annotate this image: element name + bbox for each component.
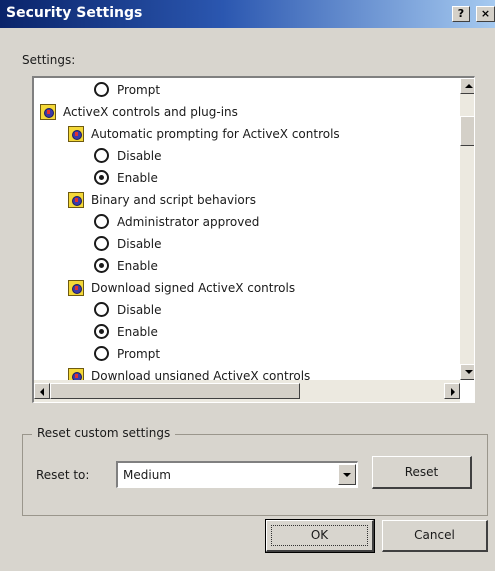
ok-button[interactable]: OK xyxy=(265,519,375,553)
radio-option[interactable]: Enable xyxy=(94,166,158,188)
settings-label-text: Download unsigned ActiveX controls xyxy=(91,368,311,381)
settings-label-text: Administrator approved xyxy=(117,214,260,229)
dropdown-button[interactable] xyxy=(338,464,356,485)
radio-checked-icon[interactable] xyxy=(94,324,109,339)
radio-option[interactable]: Administrator approved xyxy=(94,210,259,232)
settings-tree: Prompt ActiveX controls and plug-ins Autom… xyxy=(34,78,460,380)
settings-label-text: Prompt xyxy=(117,346,161,361)
reset-to-label: Reset to: xyxy=(36,468,90,482)
radio-unchecked-icon[interactable] xyxy=(94,346,109,361)
reset-group-title: Reset custom settings xyxy=(32,426,176,440)
settings-item: Download unsigned ActiveX controls xyxy=(68,364,310,380)
security-settings-dialog: Security Settings ? × Settings: Prompt Ac… xyxy=(0,0,495,571)
radio-unchecked-icon[interactable] xyxy=(94,148,109,163)
scroll-left-button[interactable] xyxy=(34,383,50,399)
settings-list[interactable]: Prompt ActiveX controls and plug-ins Autom… xyxy=(32,76,475,403)
radio-option[interactable]: Disable xyxy=(94,144,162,166)
title-bar[interactable]: Security Settings ? × xyxy=(0,0,495,28)
settings-label-text: Disable xyxy=(117,236,162,251)
settings-label-text: Automatic prompting for ActiveX controls xyxy=(91,126,340,141)
radio-checked-icon[interactable] xyxy=(94,170,109,185)
reset-level-value: Medium xyxy=(123,468,171,482)
radio-checked-icon[interactable] xyxy=(94,258,109,273)
settings-label-text: Disable xyxy=(117,302,162,317)
radio-option[interactable]: Disable xyxy=(94,232,162,254)
settings-item: Binary and script behaviors xyxy=(68,188,256,210)
settings-category: ActiveX controls and plug-ins xyxy=(40,100,238,122)
left-arrow-icon xyxy=(40,388,44,396)
settings-label-text: Prompt xyxy=(117,82,161,97)
down-arrow-icon xyxy=(465,370,473,374)
settings-item: Download signed ActiveX controls xyxy=(68,276,295,298)
up-arrow-icon xyxy=(465,84,473,88)
settings-label-text: Enable xyxy=(117,258,158,273)
radio-option[interactable]: Disable xyxy=(94,298,162,320)
radio-option[interactable]: Enable xyxy=(94,320,158,342)
settings-item: Automatic prompting for ActiveX controls xyxy=(68,122,340,144)
vertical-scrollbar[interactable] xyxy=(460,78,474,380)
scroll-down-button[interactable] xyxy=(460,364,474,380)
radio-unchecked-icon[interactable] xyxy=(94,82,109,97)
cancel-button[interactable]: Cancel xyxy=(382,520,488,552)
settings-label-text: Enable xyxy=(117,324,158,339)
vertical-scroll-thumb[interactable] xyxy=(460,116,474,146)
focus-rect xyxy=(271,525,368,546)
horizontal-scroll-thumb[interactable] xyxy=(50,383,300,399)
settings-label-text: ActiveX controls and plug-ins xyxy=(63,104,238,119)
security-setting-icon xyxy=(68,367,84,380)
settings-label: Settings: xyxy=(22,53,76,67)
settings-label-text: Download signed ActiveX controls xyxy=(91,280,296,295)
security-setting-icon xyxy=(68,191,84,208)
security-setting-icon xyxy=(40,103,56,120)
reset-button[interactable]: Reset xyxy=(372,456,472,489)
scroll-right-button[interactable] xyxy=(444,383,460,399)
chevron-down-icon xyxy=(343,473,351,477)
radio-option[interactable]: Prompt xyxy=(94,342,160,364)
radio-option[interactable]: Enable xyxy=(94,254,158,276)
settings-label-text: Enable xyxy=(117,170,158,185)
radio-unchecked-icon[interactable] xyxy=(94,214,109,229)
settings-label-text: Binary and script behaviors xyxy=(91,192,256,207)
horizontal-scrollbar[interactable] xyxy=(34,380,460,402)
security-setting-icon xyxy=(68,279,84,296)
help-button[interactable]: ? xyxy=(452,6,470,22)
radio-unchecked-icon[interactable] xyxy=(94,302,109,317)
window-title: Security Settings xyxy=(6,5,143,21)
reset-level-select[interactable]: Medium xyxy=(116,461,358,488)
radio-option[interactable]: Prompt xyxy=(94,78,160,100)
scroll-up-button[interactable] xyxy=(460,78,474,94)
security-setting-icon xyxy=(68,125,84,142)
radio-unchecked-icon[interactable] xyxy=(94,236,109,251)
settings-label-text: Disable xyxy=(117,148,162,163)
right-arrow-icon xyxy=(451,388,455,396)
close-button[interactable]: × xyxy=(476,6,495,22)
